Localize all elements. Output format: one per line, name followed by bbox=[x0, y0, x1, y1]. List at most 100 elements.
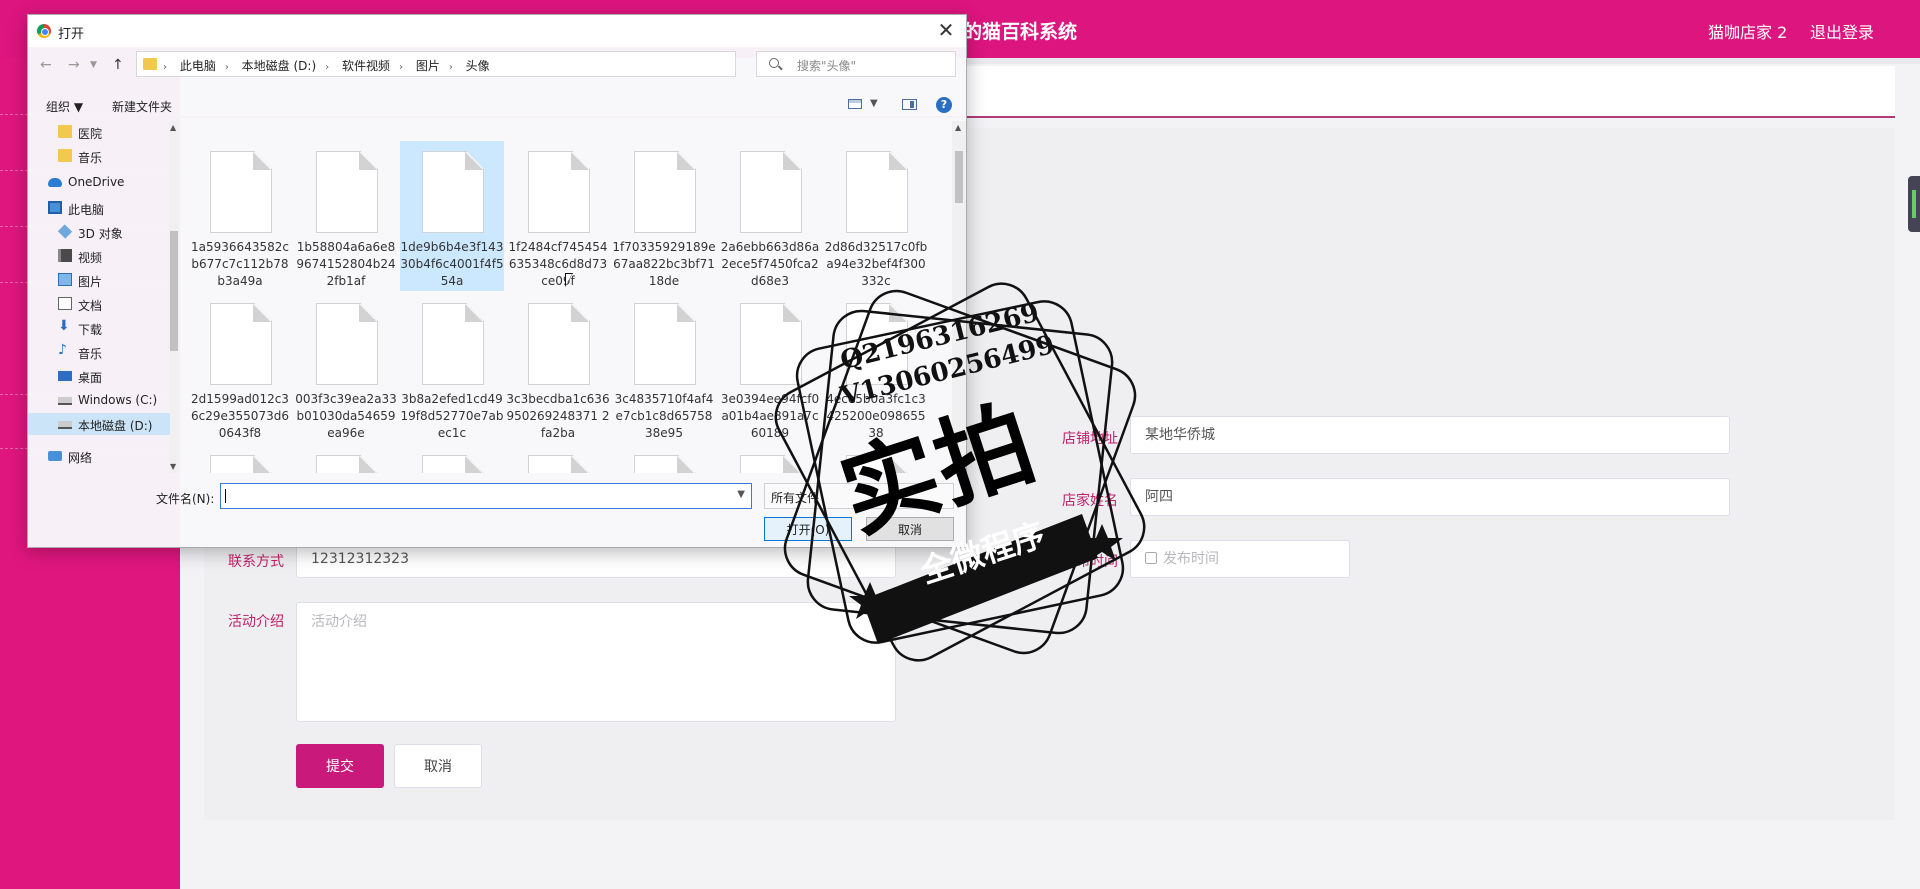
crumb-videos[interactable]: 软件视频 bbox=[342, 59, 390, 73]
publish-time-placeholder: 发布时间 bbox=[1163, 551, 1219, 567]
file-item[interactable]: 1f2484cf745454635348c6d8d73ce09f bbox=[506, 141, 610, 291]
crumb-pictures[interactable]: 图片 bbox=[416, 59, 440, 73]
file-item[interactable] bbox=[188, 445, 292, 473]
history-dropdown-icon[interactable]: ▼ bbox=[90, 60, 97, 70]
crumb-avatar[interactable]: 头像 bbox=[466, 59, 490, 73]
view-mode-icon[interactable] bbox=[848, 99, 862, 109]
file-item[interactable] bbox=[612, 445, 716, 473]
desktop-icon bbox=[58, 371, 72, 381]
nav-item[interactable]: Windows (C:) bbox=[28, 389, 170, 411]
nav-item[interactable]: 医院 bbox=[28, 121, 170, 143]
file-item[interactable]: 2d1599ad012c36c29e355073d60643f8 bbox=[188, 293, 292, 443]
new-folder-button[interactable]: 新建文件夹 bbox=[112, 98, 172, 115]
file-item[interactable]: 3b8a2efed1cd4919f8d52770e7abec1c bbox=[400, 293, 504, 443]
file-icon bbox=[316, 455, 378, 473]
filename-label: 文件名(N): bbox=[156, 492, 215, 506]
crumb-this-pc[interactable]: 此电脑 bbox=[180, 59, 216, 73]
text-caret bbox=[225, 489, 226, 503]
nav-item-label: 文档 bbox=[78, 299, 103, 313]
close-icon[interactable]: ✕ bbox=[926, 15, 966, 45]
logout-link[interactable]: 退出登录 bbox=[1810, 19, 1874, 43]
file-name: 2d1599ad012c36c29e355073d60643f8 bbox=[191, 392, 289, 440]
file-icon bbox=[634, 151, 696, 233]
file-name: 3b8a2efed1cd4919f8d52770e7abec1c bbox=[400, 392, 504, 440]
file-icon bbox=[846, 151, 908, 233]
back-arrow-icon[interactable]: ← bbox=[40, 57, 52, 73]
file-icon bbox=[422, 151, 484, 233]
user-name[interactable]: 猫咖店家 2 bbox=[1708, 19, 1787, 43]
scroll-up-icon[interactable]: ▲ bbox=[170, 123, 176, 132]
file-item[interactable] bbox=[294, 445, 398, 473]
nav-scroll-thumb[interactable] bbox=[170, 231, 178, 351]
file-icon bbox=[422, 303, 484, 385]
file-item[interactable]: 1b58804a6a6e89674152804b242fb1af bbox=[294, 141, 398, 291]
forward-arrow-icon[interactable]: → bbox=[68, 57, 80, 73]
dialog-title: 打开 bbox=[58, 27, 85, 42]
scroll-down-icon[interactable]: ▼ bbox=[170, 462, 176, 471]
network-icon bbox=[48, 451, 62, 461]
files-scroll-thumb[interactable] bbox=[955, 151, 963, 203]
file-name: 1b58804a6a6e89674152804b242fb1af bbox=[296, 240, 396, 288]
mouse-pointer-icon bbox=[565, 273, 573, 287]
file-name: 3c4835710f4af4e7cb1c8d6575838e95 bbox=[614, 392, 714, 440]
chevron-down-icon[interactable]: ▼ bbox=[737, 489, 745, 500]
nav-item-label: 本地磁盘 (D:) bbox=[78, 419, 153, 433]
nav-item-label: 下载 bbox=[78, 323, 103, 337]
nav-item-label: 视频 bbox=[78, 251, 103, 265]
up-arrow-icon[interactable]: ↑ bbox=[112, 57, 124, 73]
preview-pane-icon[interactable] bbox=[902, 99, 917, 110]
nav-item[interactable]: 视频 bbox=[28, 245, 170, 267]
file-name: 1a5936643582cb677c7c112b78b3a49a bbox=[191, 240, 289, 288]
shop-address-input[interactable]: 某地华侨城 bbox=[1130, 416, 1730, 454]
nav-item[interactable]: 图片 bbox=[28, 269, 170, 291]
video-icon bbox=[58, 249, 72, 262]
organize-menu[interactable]: 组织 ▼ bbox=[46, 98, 83, 115]
nav-scrollbar[interactable]: ▲ ▼ bbox=[169, 121, 179, 473]
dialog-navbar: ← → ▼ ↑ › 此电脑› 本地磁盘 (D:)› 软件视频› 图片› 头像 ▼… bbox=[28, 49, 966, 81]
file-icon bbox=[528, 303, 590, 385]
document-icon bbox=[58, 297, 72, 310]
file-item[interactable] bbox=[506, 445, 610, 473]
side-drawer-handle[interactable] bbox=[1908, 176, 1920, 232]
nav-item-label: 医院 bbox=[78, 127, 103, 141]
nav-item[interactable]: 桌面 bbox=[28, 365, 170, 387]
cube-icon bbox=[57, 224, 73, 239]
nav-item[interactable]: ⬇ 下载 bbox=[28, 317, 170, 339]
cloud-icon bbox=[48, 178, 62, 187]
crumb-drive-d[interactable]: 本地磁盘 (D:) bbox=[242, 59, 316, 73]
nav-item[interactable]: 音乐 bbox=[28, 145, 170, 167]
nav-item-label: 3D 对象 bbox=[78, 227, 123, 241]
submit-button[interactable]: 提交 bbox=[296, 744, 384, 788]
nav-item[interactable]: OneDrive bbox=[28, 171, 170, 193]
file-icon bbox=[422, 455, 484, 473]
file-icon bbox=[210, 455, 272, 473]
file-item[interactable]: 1f70335929189e67aa822bc3bf7118de bbox=[612, 141, 716, 291]
file-icon bbox=[634, 455, 696, 473]
nav-item[interactable]: 此电脑 bbox=[28, 197, 170, 219]
file-item[interactable]: 3c3becdba1c636950269248371 2fa2ba bbox=[506, 293, 610, 443]
file-item[interactable]: 1a5936643582cb677c7c112b78b3a49a bbox=[188, 141, 292, 291]
search-placeholder: 搜索"头像" bbox=[797, 59, 857, 73]
cancel-button[interactable]: 取消 bbox=[394, 744, 482, 788]
help-icon[interactable]: ? bbox=[936, 97, 952, 113]
file-item[interactable]: 3c4835710f4af4e7cb1c8d6575838e95 bbox=[612, 293, 716, 443]
nav-item[interactable]: 网络 bbox=[28, 445, 170, 467]
scroll-up-icon[interactable]: ▲ bbox=[955, 123, 961, 132]
file-item[interactable] bbox=[400, 445, 504, 473]
file-item[interactable]: 1de9b6b4e3f14330b4f6c4001f4f554a bbox=[400, 141, 504, 291]
nav-item[interactable]: 3D 对象 bbox=[28, 221, 170, 243]
navigation-pane: ▲ ▼ 医院音乐 OneDrive 此电脑 3D 对象视频图片文档 ⬇ 下载 ♪ 音乐桌面 Wi… bbox=[28, 121, 179, 473]
folder-icon bbox=[143, 58, 157, 70]
file-name: 003f3c39ea2a33b01030da54659ea96e bbox=[295, 392, 397, 440]
filename-input[interactable]: ▼ bbox=[220, 483, 752, 509]
address-bar[interactable]: › 此电脑› 本地磁盘 (D:)› 软件视频› 图片› 头像 ▼ ↻ bbox=[136, 51, 831, 77]
nav-item-label: 桌面 bbox=[78, 371, 103, 385]
nav-item[interactable]: 本地磁盘 (D:) bbox=[28, 413, 170, 435]
chevron-down-icon[interactable]: ▼ bbox=[870, 98, 878, 109]
nav-item[interactable]: ♪ 音乐 bbox=[28, 341, 170, 363]
search-input[interactable]: 搜索"头像" bbox=[756, 51, 956, 77]
dialog-titlebar[interactable]: 打开 ✕ bbox=[28, 15, 966, 47]
shop-owner-input[interactable]: 阿四 bbox=[1130, 478, 1730, 516]
file-item[interactable]: 003f3c39ea2a33b01030da54659ea96e bbox=[294, 293, 398, 443]
nav-item[interactable]: 文档 bbox=[28, 293, 170, 315]
